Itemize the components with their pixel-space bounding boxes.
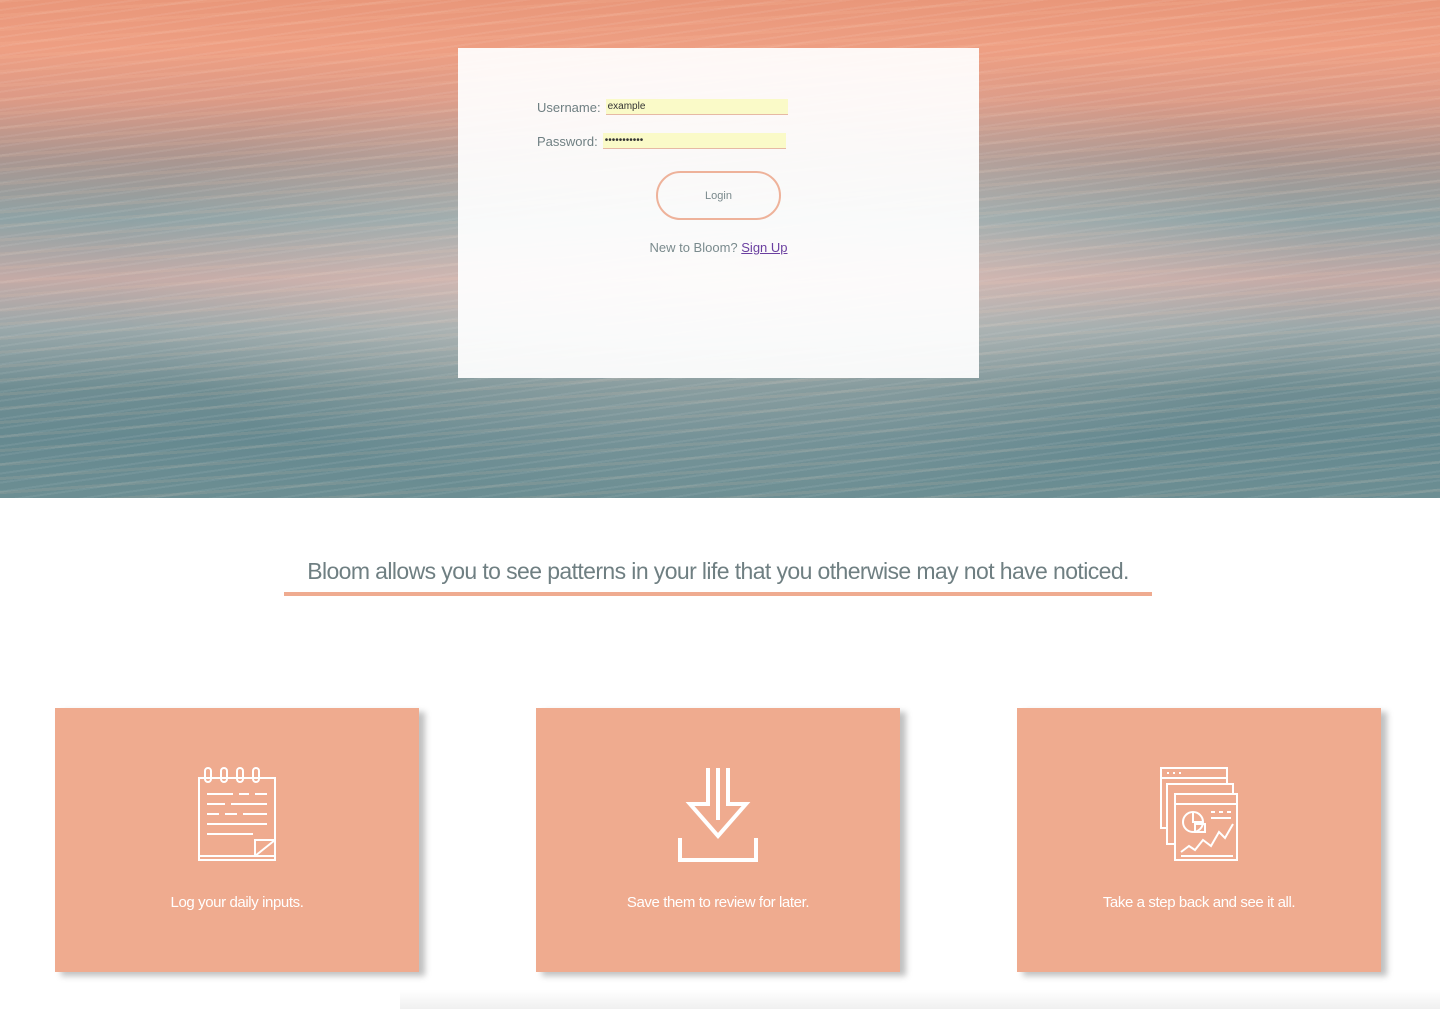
tagline-section: Bloom allows you to see patterns in your… [284, 558, 1152, 596]
download-icon [678, 768, 758, 862]
feature-card-overview: Take a step back and see it all. [1017, 708, 1381, 972]
password-label: Password: [537, 133, 598, 149]
notepad-icon [198, 767, 276, 861]
password-row: Password: [537, 133, 786, 149]
feature-text-log: Log your daily inputs. [170, 894, 304, 911]
signup-link[interactable]: Sign Up [741, 240, 787, 255]
bottom-shadow [400, 990, 1440, 1009]
dashboard-chart-icon [1160, 767, 1238, 861]
username-label: Username: [537, 99, 601, 115]
login-card: Username: Password: Login New to Bloom? … [458, 48, 979, 378]
features-section: Log your daily inputs. Save them to revi… [0, 708, 1440, 972]
feature-card-log: Log your daily inputs. [55, 708, 419, 972]
tagline: Bloom allows you to see patterns in your… [284, 558, 1152, 596]
login-button[interactable]: Login [656, 171, 781, 220]
username-row: Username: [537, 99, 788, 115]
hero-background: Username: Password: Login New to Bloom? … [0, 0, 1440, 498]
username-input[interactable] [605, 99, 788, 115]
signup-prompt: New to Bloom? Sign Up [458, 240, 979, 255]
signup-prompt-text: New to Bloom? [649, 240, 738, 255]
feature-card-save: Save them to review for later. [536, 708, 900, 972]
feature-text-save: Save them to review for later. [626, 894, 810, 911]
password-input[interactable] [602, 133, 786, 149]
feature-text-overview: Take a step back and see it all. [1102, 894, 1296, 911]
